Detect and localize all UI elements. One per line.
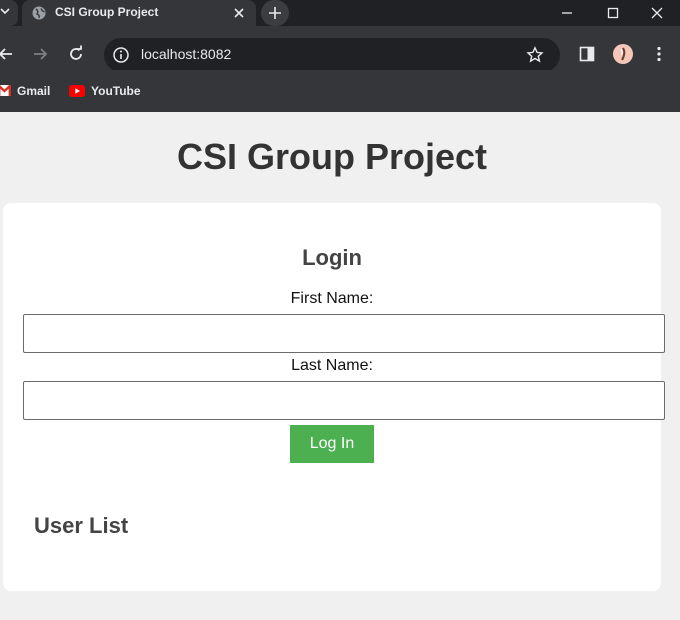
user-list-heading: User List [34,513,129,538]
site-info-icon[interactable] [112,46,130,64]
login-heading: Login [302,245,362,270]
chevron-down-icon [0,8,10,15]
close-icon [651,7,663,19]
reload-icon[interactable] [66,44,86,64]
maximize-button[interactable] [590,0,636,26]
first-name-input[interactable] [23,314,665,353]
more-menu-icon[interactable] [650,45,668,63]
gmail-icon [0,85,11,96]
tab-search-button[interactable] [0,0,18,26]
close-window-button[interactable] [634,0,680,26]
tab-title: CSI Group Project [55,5,159,19]
login-button[interactable]: Log In [290,425,374,463]
url-text[interactable]: localhost:8082 [141,46,231,62]
last-name-input[interactable] [23,381,665,420]
minimize-button[interactable] [544,0,590,26]
bookmark-youtube[interactable]: YouTube [68,83,142,99]
profile-avatar[interactable] [613,44,633,64]
page-title: CSI Group Project [176,136,488,177]
close-tab-icon[interactable] [230,4,248,22]
tab-csi-group-project[interactable]: CSI Group Project [22,0,256,26]
side-panel-icon[interactable] [578,45,596,63]
address-bar[interactable]: localhost:8082 [104,38,560,72]
new-tab-button[interactable] [261,0,289,26]
forward-arrow-icon[interactable] [30,44,50,64]
youtube-icon [69,85,85,97]
bookmark-label: Gmail [17,84,51,98]
back-arrow-icon[interactable] [0,44,16,64]
login-card: Login First Name: Last Name: Log In User… [3,203,665,591]
bookmark-label: YouTube [91,84,141,98]
bookmark-gmail[interactable]: Gmail [0,83,52,99]
minimize-icon [562,12,572,14]
bookmark-star-icon[interactable] [526,46,544,64]
maximize-icon [607,7,619,19]
bookmarks-bar: Gmail YouTube [0,70,680,112]
first-name-label: First Name: [290,290,374,307]
profile-avatar-icon [620,47,626,61]
tab-strip: CSI Group Project [0,0,680,26]
globe-icon [32,6,46,20]
plus-icon [269,7,281,19]
last-name-label: Last Name: [291,357,373,374]
